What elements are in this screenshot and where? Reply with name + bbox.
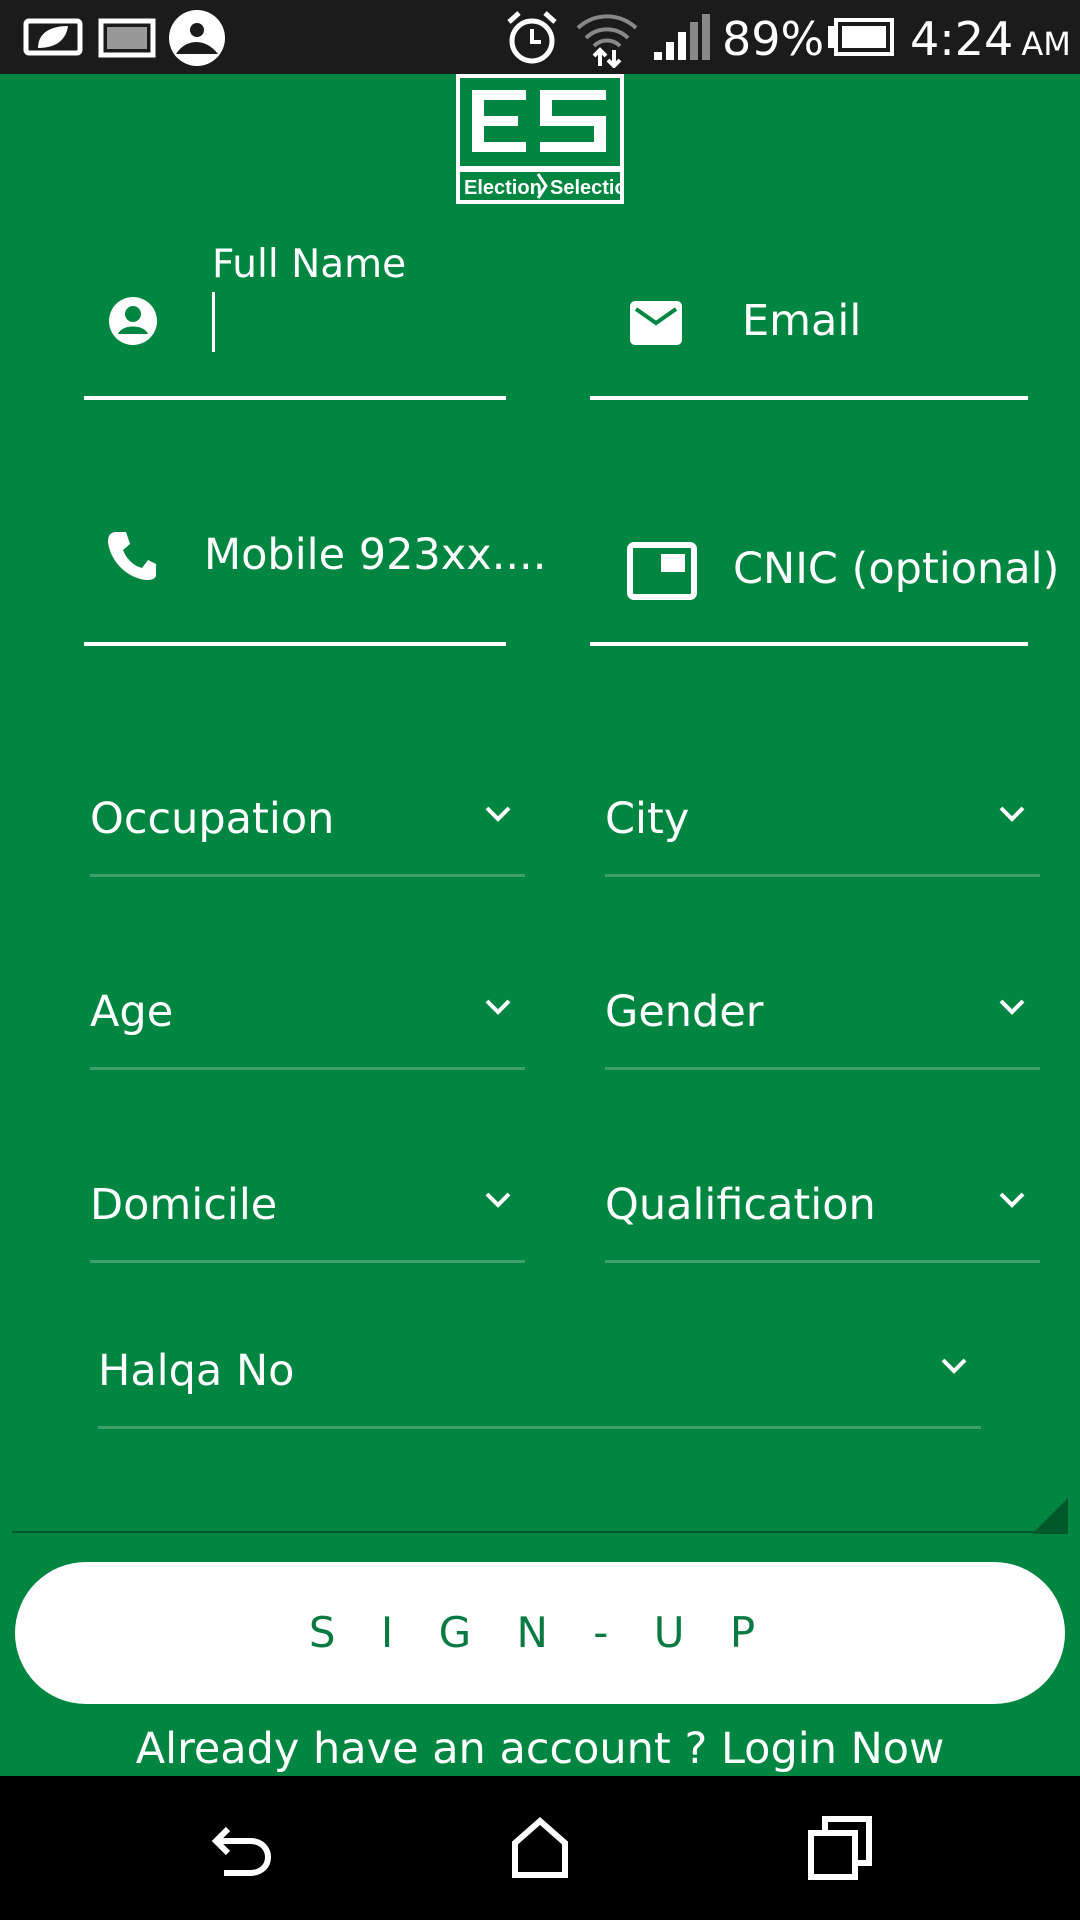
logo-text-selection: Selection [550, 177, 624, 199]
home-icon[interactable] [505, 1813, 575, 1883]
gender-underline [605, 1067, 1040, 1070]
city-underline [605, 874, 1040, 877]
battery-percent: 89% [722, 12, 825, 66]
chevron-down-icon [999, 806, 1025, 822]
occupation-underline [90, 874, 525, 877]
clock-time: 4:24 [910, 12, 1014, 66]
signal-icon [654, 14, 710, 60]
cnic-underline [590, 642, 1028, 646]
card-icon [627, 542, 697, 600]
wifi-icon [576, 14, 638, 68]
battery-icon [828, 18, 894, 56]
mobile-underline [84, 642, 506, 646]
alarm-icon [507, 11, 557, 64]
owl-app-icon [169, 10, 225, 66]
clock-ampm: AM [1021, 25, 1071, 63]
person-icon [109, 297, 157, 345]
age-underline [90, 1067, 525, 1070]
gender-label: Gender [605, 987, 764, 1037]
login-link[interactable]: Already have an account ? Login Now [0, 1724, 1080, 1774]
chevron-down-icon [485, 1192, 511, 1208]
election-selection-logo: Election Selection [456, 74, 624, 204]
chevron-down-icon [485, 999, 511, 1015]
text-cursor [212, 292, 215, 352]
back-icon[interactable] [206, 1813, 276, 1883]
mail-icon [630, 301, 682, 345]
recent-apps-icon[interactable] [805, 1813, 875, 1883]
cnic-placeholder: CNIC (optional) [733, 544, 1060, 594]
full-name-label: Full Name [212, 242, 407, 287]
gallery-icon [98, 18, 156, 58]
battery-saver-icon [23, 18, 83, 56]
navigation-bar [0, 1776, 1080, 1920]
qualification-underline [605, 1260, 1040, 1263]
form-divider [12, 1531, 1068, 1533]
signup-button[interactable]: S I G N - U P [15, 1562, 1065, 1704]
status-bar: 89% 4:24 AM [0, 0, 1080, 74]
mobile-placeholder: Mobile 923xx.... [204, 530, 547, 580]
logo-text-election: Election [464, 177, 542, 199]
occupation-label: Occupation [90, 794, 335, 844]
domicile-underline [90, 1260, 525, 1263]
chevron-down-icon [485, 806, 511, 822]
age-label: Age [90, 987, 174, 1037]
chevron-down-icon [999, 999, 1025, 1015]
resize-corner-icon [1032, 1498, 1068, 1534]
email-underline [590, 396, 1028, 400]
halqa-label: Halqa No [98, 1346, 295, 1396]
full-name-underline [84, 396, 506, 400]
signup-screen: Election Selection Full Name Email Mobil… [0, 74, 1080, 1776]
qualification-label: Qualification [605, 1180, 876, 1230]
domicile-label: Domicile [90, 1180, 278, 1230]
email-placeholder: Email [742, 296, 862, 346]
phone-icon [108, 532, 156, 580]
chevron-down-icon [941, 1358, 967, 1374]
city-label: City [605, 794, 690, 844]
chevron-down-icon [999, 1192, 1025, 1208]
halqa-underline [98, 1426, 981, 1429]
clock: 4:24 AM [910, 12, 1071, 66]
